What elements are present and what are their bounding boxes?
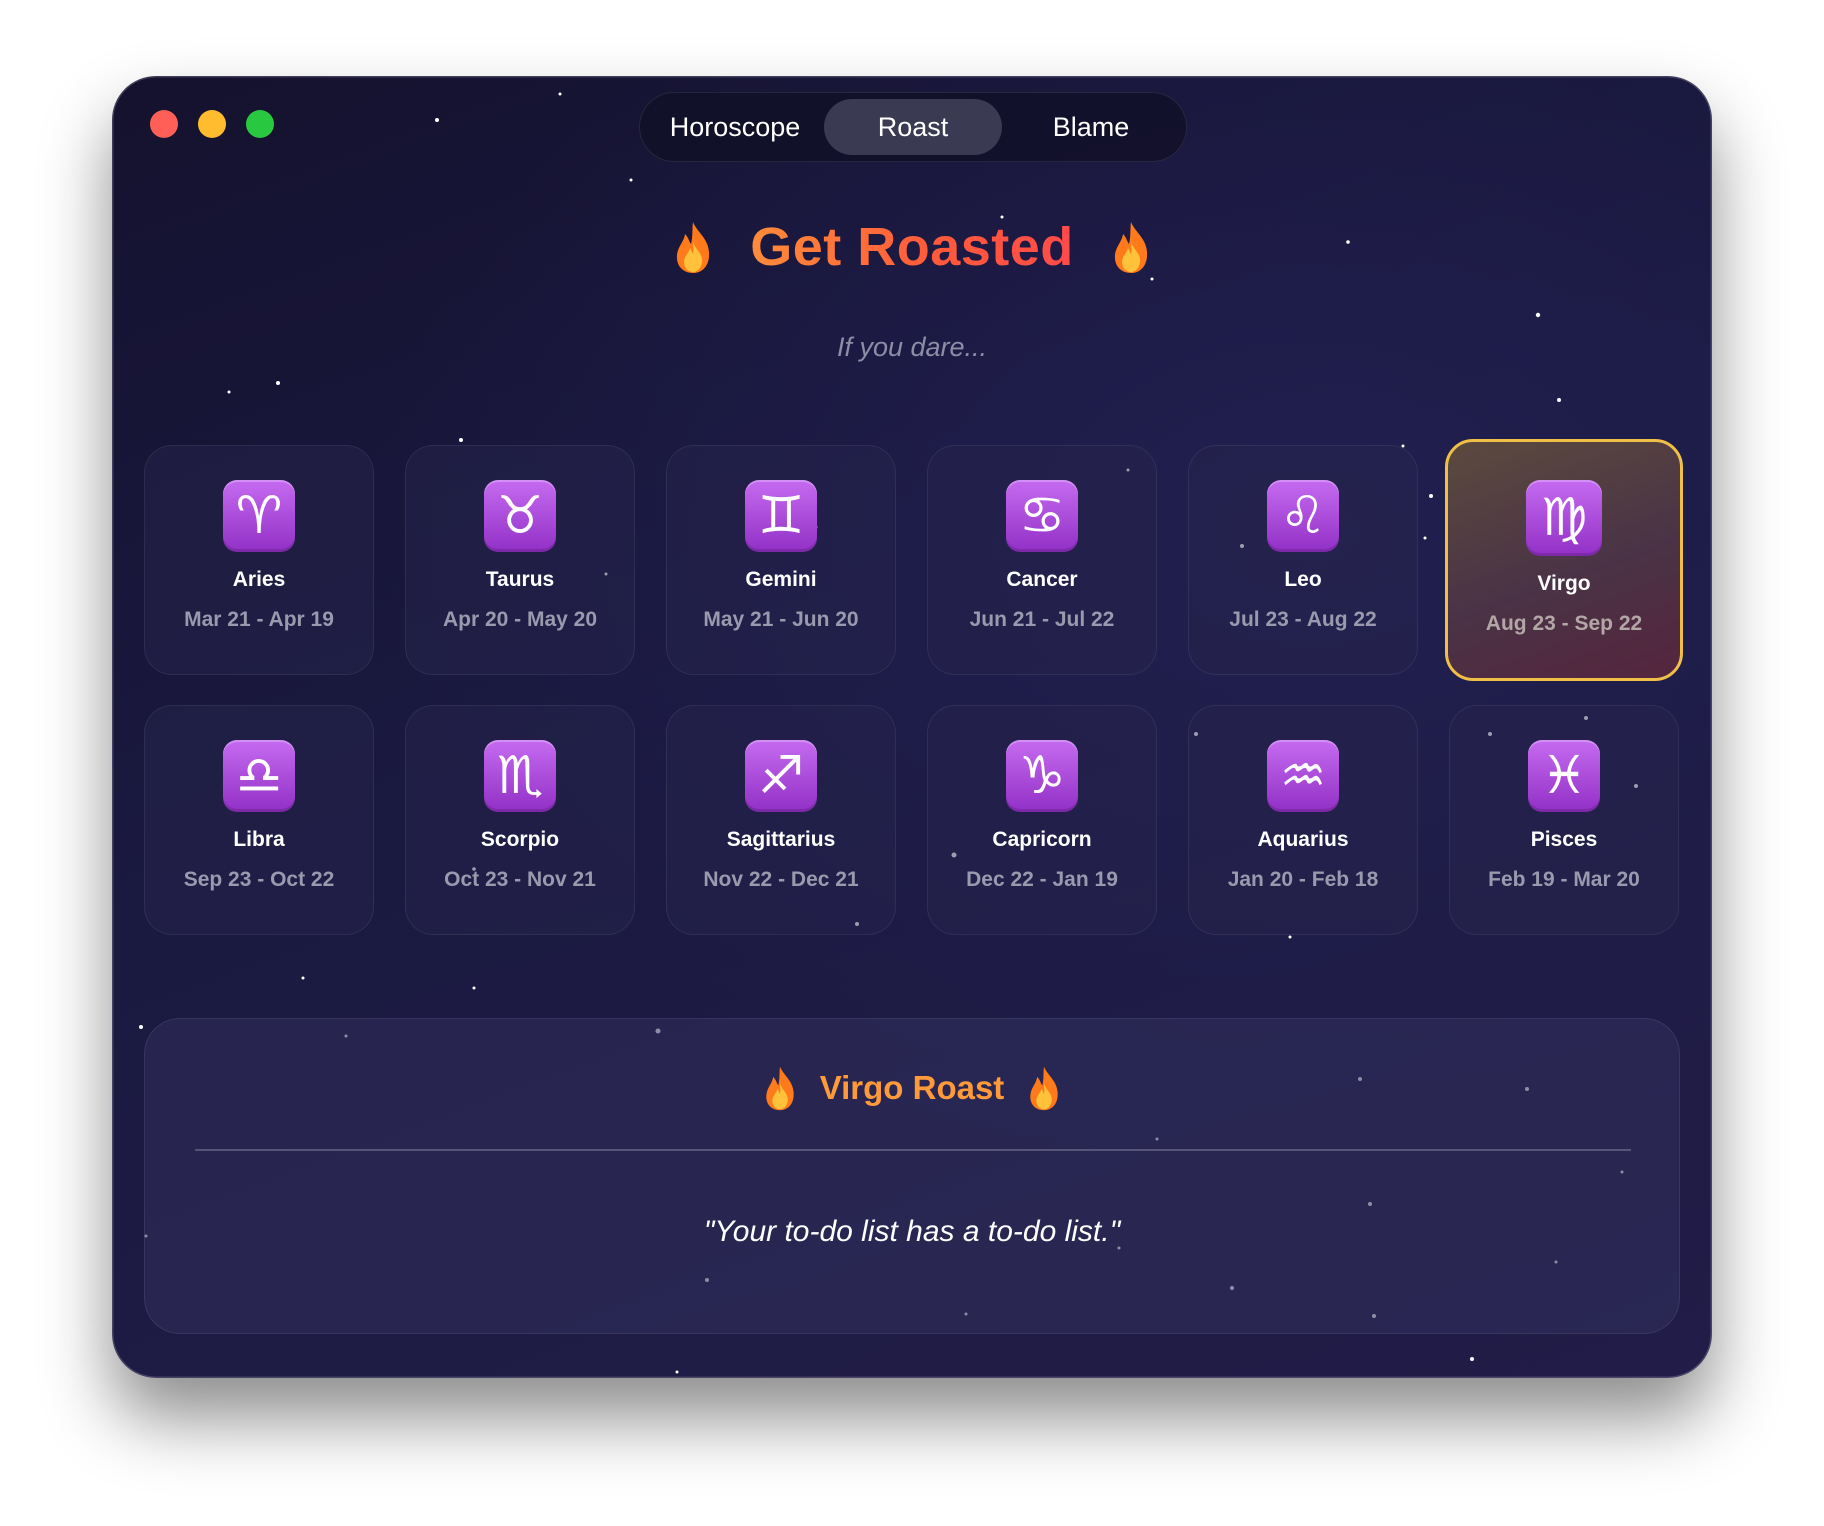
sign-card-cancer[interactable]: ♋ Cancer Jun 21 - Jul 22 xyxy=(927,445,1157,675)
fire-icon xyxy=(672,220,714,274)
sagittarius-icon: ♐ xyxy=(745,740,817,812)
minimize-button[interactable] xyxy=(198,110,226,138)
sign-dates: Mar 21 - Apr 19 xyxy=(184,608,334,631)
virgo-icon: ♍ xyxy=(1526,480,1602,556)
tab-blame[interactable]: Blame xyxy=(1002,99,1180,155)
zodiac-grid: ♈ Aries Mar 21 - Apr 19 ♉ Taurus Apr 20 … xyxy=(144,439,1683,935)
sign-name: Virgo xyxy=(1537,572,1591,595)
sign-card-capricorn[interactable]: ♑ Capricorn Dec 22 - Jan 19 xyxy=(927,705,1157,935)
capricorn-icon: ♑ xyxy=(1006,740,1078,812)
sign-name: Sagittarius xyxy=(726,828,836,851)
tab-roast[interactable]: Roast xyxy=(824,99,1002,155)
close-button[interactable] xyxy=(150,110,178,138)
sign-dates: Jan 20 - Feb 18 xyxy=(1227,868,1379,891)
aquarius-icon: ♒ xyxy=(1267,740,1339,812)
sign-card-taurus[interactable]: ♉ Taurus Apr 20 - May 20 xyxy=(405,445,635,675)
sign-name: Aquarius xyxy=(1257,828,1349,851)
sign-card-leo[interactable]: ♌ Leo Jul 23 - Aug 22 xyxy=(1188,445,1418,675)
sign-dates: Apr 20 - May 20 xyxy=(442,608,598,631)
page-header: Get Roasted xyxy=(112,216,1712,278)
libra-icon: ♎ xyxy=(223,740,295,812)
roast-text: "Your to-do list has a to-do list." xyxy=(703,1215,1121,1248)
sign-card-aries[interactable]: ♈ Aries Mar 21 - Apr 19 xyxy=(144,445,374,675)
sign-name: Gemini xyxy=(745,568,817,591)
sign-name: Taurus xyxy=(485,568,555,591)
roast-header: Virgo Roast xyxy=(145,1065,1679,1111)
sign-card-virgo[interactable]: ♍ Virgo Aug 23 - Sep 22 xyxy=(1445,439,1683,681)
roast-panel: Virgo Roast "Your to-do list has a to-do… xyxy=(144,1018,1680,1334)
mode-segmented-control: Horoscope Roast Blame xyxy=(639,92,1187,162)
sign-name: Leo xyxy=(1284,568,1322,591)
sign-card-libra[interactable]: ♎ Libra Sep 23 - Oct 22 xyxy=(144,705,374,935)
sign-dates: May 21 - Jun 20 xyxy=(703,608,859,631)
sign-dates: Nov 22 - Dec 21 xyxy=(703,868,859,891)
leo-icon: ♌ xyxy=(1267,480,1339,552)
sign-card-aquarius[interactable]: ♒ Aquarius Jan 20 - Feb 18 xyxy=(1188,705,1418,935)
page-title: Get Roasted xyxy=(750,217,1074,277)
sign-name: Aries xyxy=(232,568,286,591)
sign-dates: Jul 23 - Aug 22 xyxy=(1229,608,1377,631)
sign-dates: Sep 23 - Oct 22 xyxy=(183,868,335,891)
window-controls xyxy=(150,110,274,138)
sign-name: Capricorn xyxy=(992,828,1092,851)
sign-card-pisces[interactable]: ♓ Pisces Feb 19 - Mar 20 xyxy=(1449,705,1679,935)
pisces-icon: ♓ xyxy=(1528,740,1600,812)
roast-title: Virgo Roast xyxy=(819,1069,1005,1106)
fire-icon xyxy=(762,1065,798,1111)
cancer-icon: ♋ xyxy=(1006,480,1078,552)
sign-dates: Dec 22 - Jan 19 xyxy=(966,868,1118,891)
sign-name: Libra xyxy=(233,828,285,851)
scorpio-icon: ♏ xyxy=(484,740,556,812)
page-subtitle: If you dare... xyxy=(836,332,988,362)
roast-divider xyxy=(195,1149,1631,1151)
zoom-button[interactable] xyxy=(246,110,274,138)
fire-icon xyxy=(1110,220,1152,274)
gemini-icon: ♊ xyxy=(745,480,817,552)
sign-name: Cancer xyxy=(1006,568,1078,591)
sign-dates: Aug 23 - Sep 22 xyxy=(1485,612,1643,635)
sign-dates: Feb 19 - Mar 20 xyxy=(1488,868,1640,891)
sign-dates: Jun 21 - Jul 22 xyxy=(969,608,1115,631)
sign-card-scorpio[interactable]: ♏ Scorpio Oct 23 - Nov 21 xyxy=(405,705,635,935)
tab-horoscope[interactable]: Horoscope xyxy=(646,99,824,155)
aries-icon: ♈ xyxy=(223,480,295,552)
sign-dates: Oct 23 - Nov 21 xyxy=(444,868,596,891)
sign-card-gemini[interactable]: ♊ Gemini May 21 - Jun 20 xyxy=(666,445,896,675)
taurus-icon: ♉ xyxy=(484,480,556,552)
sign-card-sagittarius[interactable]: ♐ Sagittarius Nov 22 - Dec 21 xyxy=(666,705,896,935)
app-window: Horoscope Roast Blame Get Roasted If you… xyxy=(112,76,1712,1378)
fire-icon xyxy=(1026,1065,1062,1111)
sign-name: Scorpio xyxy=(480,828,560,851)
sign-name: Pisces xyxy=(1530,828,1598,851)
